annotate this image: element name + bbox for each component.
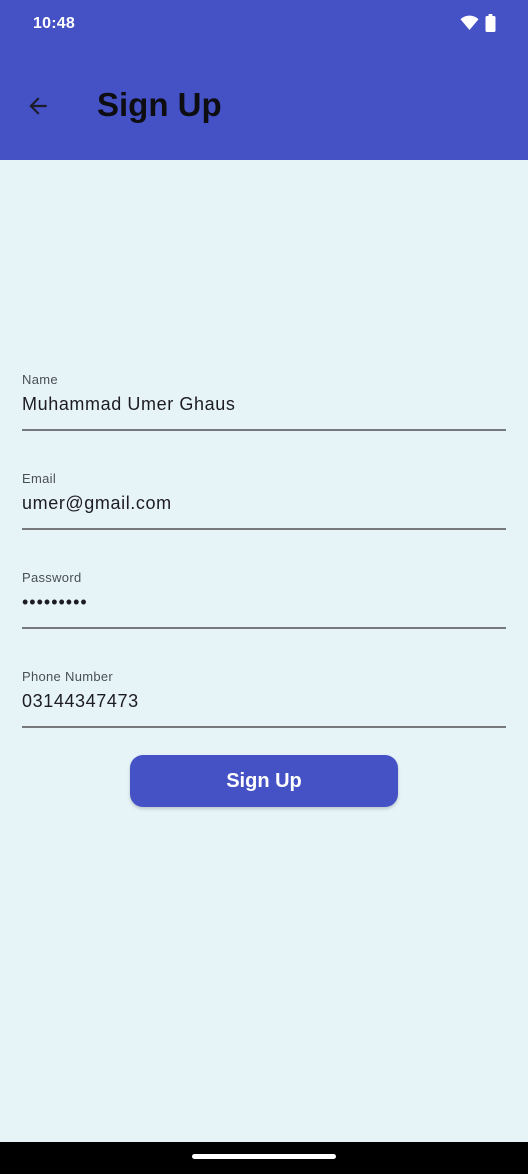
password-field: Password <box>22 568 506 667</box>
signup-button[interactable]: Sign Up <box>130 755 398 807</box>
back-button[interactable] <box>16 84 60 128</box>
password-underline <box>22 627 506 629</box>
home-gesture-handle[interactable] <box>192 1154 336 1159</box>
phone-field: Phone Number <box>22 667 506 766</box>
name-field: Name <box>22 370 506 469</box>
battery-icon <box>485 14 496 32</box>
status-icons <box>460 14 496 32</box>
name-underline <box>22 429 506 431</box>
app-bar: Sign Up <box>0 50 528 160</box>
phone-input[interactable] <box>22 688 506 714</box>
phone-label: Phone Number <box>22 669 114 684</box>
password-label: Password <box>22 570 82 585</box>
email-label: Email <box>22 471 57 486</box>
name-label: Name <box>22 372 58 387</box>
phone-underline <box>22 726 506 728</box>
email-input[interactable] <box>22 490 506 516</box>
page-title: Sign Up <box>97 86 222 123</box>
password-input[interactable] <box>22 589 506 615</box>
status-bar: 10:48 <box>0 0 528 50</box>
email-underline <box>22 528 506 530</box>
name-input[interactable] <box>22 391 506 417</box>
email-field: Email <box>22 469 506 568</box>
arrow-back-icon <box>29 97 47 115</box>
signup-form: Name Email Password Phone Number <box>22 370 506 766</box>
wifi-icon <box>460 15 479 30</box>
system-nav-bar <box>0 1142 528 1174</box>
status-time: 10:48 <box>33 15 75 32</box>
